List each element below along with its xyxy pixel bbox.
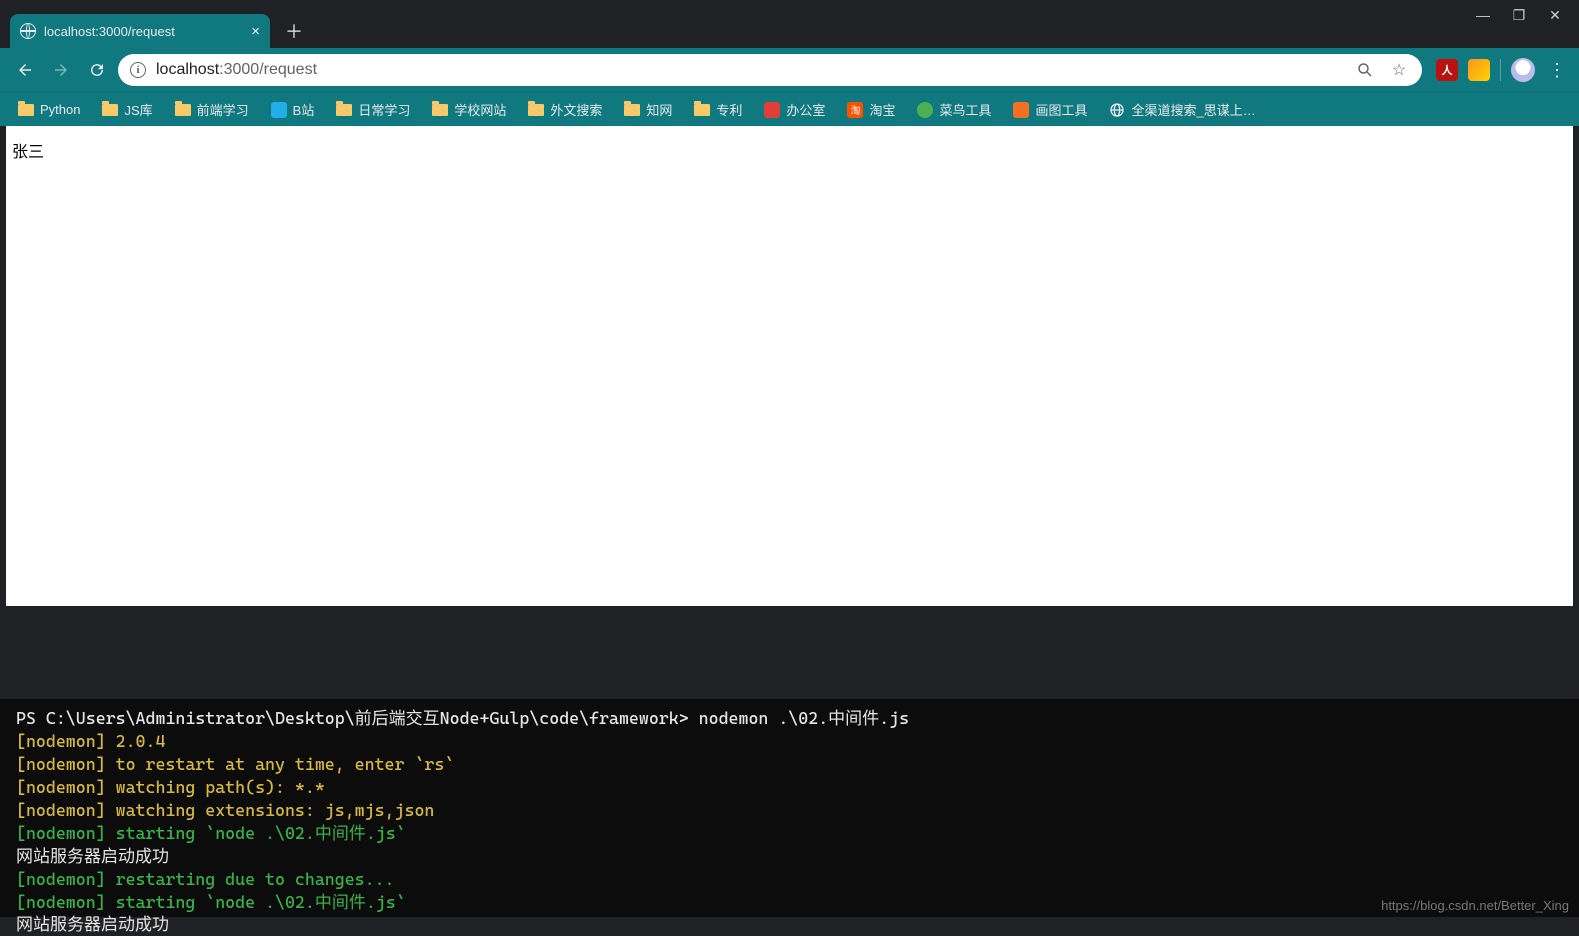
window-close-button[interactable]: ✕: [1541, 4, 1569, 26]
bookmark-item[interactable]: B站: [263, 96, 323, 123]
terminal-line: [nodemon] restarting due to changes...: [16, 868, 1563, 891]
url-text: localhost:3000/request: [156, 61, 317, 79]
profile-avatar[interactable]: [1511, 58, 1535, 82]
bookmark-label: 知网: [646, 100, 672, 119]
bookmark-label: 专利: [716, 100, 742, 119]
bookmark-label: Python: [40, 102, 80, 117]
folder-icon: [624, 104, 640, 116]
window-minimize-button[interactable]: —: [1469, 4, 1497, 26]
zoom-icon[interactable]: [1356, 61, 1378, 79]
window-maximize-button[interactable]: ❐: [1505, 4, 1533, 26]
terminal[interactable]: PS C:\Users\Administrator\Desktop\前后端交互N…: [0, 699, 1579, 917]
site-icon: 淘: [847, 102, 863, 118]
terminal-line: [nodemon] 2.0.4: [16, 730, 1563, 753]
bookmark-item[interactable]: 专利: [686, 96, 750, 123]
tab-strip: localhost:3000/request × ＋: [0, 8, 1579, 48]
window-controls: — ❐ ✕: [1469, 0, 1579, 30]
extensions: 人 ⋮: [1428, 58, 1569, 82]
terminal-line: [nodemon] starting `node .\02.中间件.js`: [16, 891, 1563, 914]
page-body-text: 张三: [12, 144, 44, 161]
tab-close-button[interactable]: ×: [251, 24, 260, 39]
terminal-line: PS C:\Users\Administrator\Desktop\前后端交互N…: [16, 707, 1563, 730]
bookmark-item[interactable]: 知网: [616, 96, 680, 123]
extension-pdf[interactable]: 人: [1436, 59, 1458, 81]
folder-icon: [336, 104, 352, 116]
back-button[interactable]: [10, 55, 40, 85]
bookmark-label: 学校网站: [454, 100, 506, 119]
bookmark-item[interactable]: 前端学习: [167, 96, 257, 123]
chrome-menu-button[interactable]: ⋮: [1545, 60, 1569, 81]
terminal-line: [nodemon] to restart at any time, enter …: [16, 753, 1563, 776]
bookmark-item[interactable]: 学校网站: [424, 96, 514, 123]
globe-icon: [20, 23, 36, 39]
terminal-line: 网站服务器启动成功: [16, 845, 1563, 868]
arrow-left-icon: [16, 61, 34, 79]
bookmarks-bar: PythonJS库前端学习B站日常学习学校网站外文搜索知网专利办公室淘淘宝菜鸟工…: [0, 92, 1579, 126]
bookmark-label: B站: [293, 100, 315, 119]
forward-button[interactable]: [46, 55, 76, 85]
window-titlebar: [0, 0, 1579, 8]
terminal-line: [nodemon] watching extensions: js,mjs,js…: [16, 799, 1563, 822]
bookmark-star-icon[interactable]: ☆: [1388, 60, 1410, 80]
bookmark-label: 办公室: [786, 100, 825, 119]
url-host: localhost: [156, 61, 219, 78]
bookmark-label: 日常学习: [358, 100, 410, 119]
bookmark-item[interactable]: 外文搜索: [520, 96, 610, 123]
site-info-icon[interactable]: i: [130, 62, 146, 78]
bookmark-item[interactable]: 全渠道搜索_思谋上…: [1101, 96, 1263, 123]
bookmark-label: JS库: [124, 100, 152, 119]
folder-icon: [18, 104, 34, 116]
reload-button[interactable]: [82, 55, 112, 85]
watermark: https://blog.csdn.net/Better_Xing: [1381, 898, 1569, 913]
site-icon: [271, 102, 287, 118]
bookmark-item[interactable]: 办公室: [756, 96, 833, 123]
bookmark-item[interactable]: 淘淘宝: [839, 96, 903, 123]
bookmark-item[interactable]: 画图工具: [1005, 96, 1095, 123]
address-bar[interactable]: i localhost:3000/request ☆: [118, 54, 1422, 86]
bookmark-item[interactable]: Python: [10, 98, 88, 121]
folder-icon: [175, 104, 191, 116]
arrow-right-icon: [52, 61, 70, 79]
bookmark-item[interactable]: 日常学习: [328, 96, 418, 123]
url-path: :3000/request: [219, 61, 317, 78]
folder-icon: [694, 104, 710, 116]
extension-color[interactable]: [1468, 59, 1490, 81]
site-icon: [1013, 102, 1029, 118]
bookmark-label: 画图工具: [1035, 100, 1087, 119]
folder-icon: [528, 104, 544, 116]
new-tab-button[interactable]: ＋: [280, 17, 308, 45]
site-icon: [764, 102, 780, 118]
bookmark-label: 前端学习: [197, 100, 249, 119]
terminal-line: [nodemon] starting `node .\02.中间件.js`: [16, 822, 1563, 845]
globe-icon: [1109, 102, 1125, 118]
tab-title: localhost:3000/request: [44, 24, 243, 39]
folder-icon: [102, 104, 118, 116]
navigation-bar: i localhost:3000/request ☆ 人 ⋮: [0, 48, 1579, 92]
toolbar-separator: [1500, 59, 1501, 81]
bookmark-label: 菜鸟工具: [939, 100, 991, 119]
bookmark-label: 淘宝: [869, 100, 895, 119]
page-content: 张三: [6, 126, 1573, 606]
bookmark-item[interactable]: 菜鸟工具: [909, 96, 999, 123]
browser-tab[interactable]: localhost:3000/request ×: [10, 14, 270, 48]
bookmark-label: 全渠道搜索_思谋上…: [1131, 100, 1255, 119]
reload-icon: [88, 61, 106, 79]
site-icon: [917, 102, 933, 118]
bookmark-item[interactable]: JS库: [94, 96, 160, 123]
terminal-line: [nodemon] watching path(s): *.*: [16, 776, 1563, 799]
folder-icon: [432, 104, 448, 116]
bookmark-label: 外文搜索: [550, 100, 602, 119]
